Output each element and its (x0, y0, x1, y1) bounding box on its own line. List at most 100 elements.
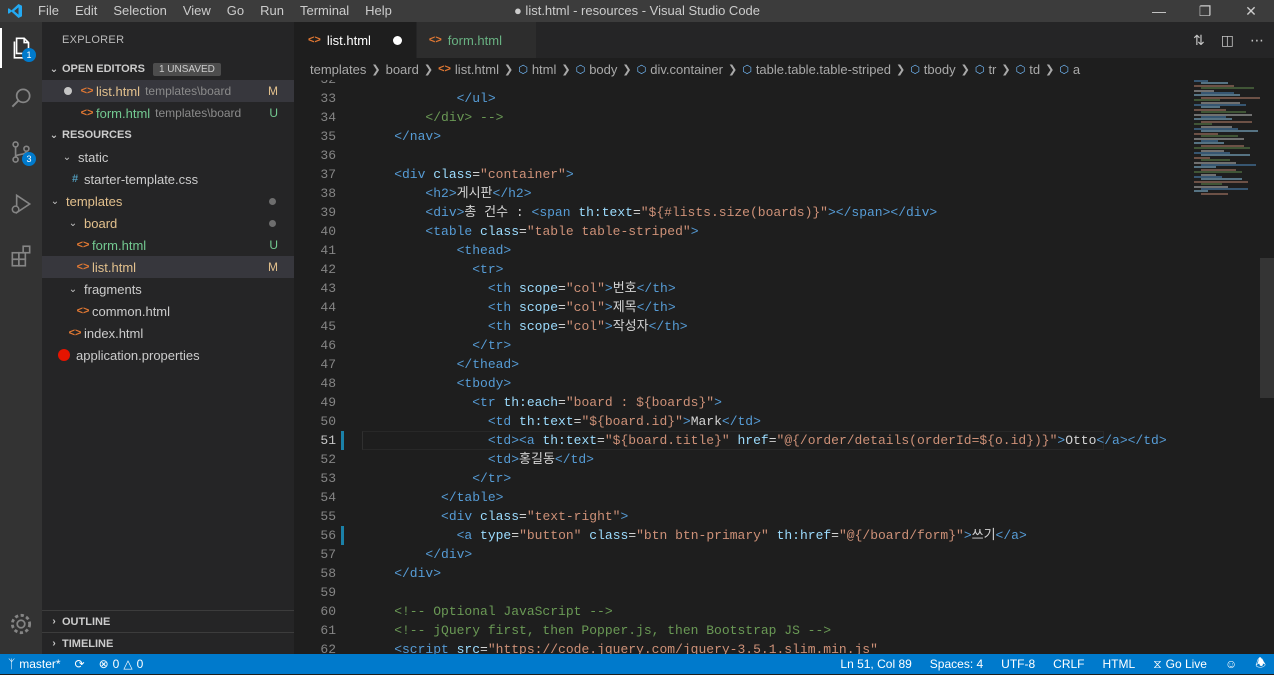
code-line[interactable]: 55 <div class="text-right"> (294, 507, 1194, 526)
manage-activity-button[interactable] (0, 604, 42, 644)
code-line[interactable]: 59 (294, 583, 1194, 602)
code-line[interactable]: 46 </tr> (294, 336, 1194, 355)
tree-file-list-html[interactable]: <> list.html M (42, 256, 294, 278)
feedback-icon[interactable]: ☺ (1225, 657, 1237, 671)
code-line[interactable]: 43 <th scope="col">번호</th> (294, 279, 1194, 298)
menu-go[interactable]: Go (219, 0, 252, 22)
breadcrumb-item[interactable]: html (532, 62, 557, 77)
breadcrumb-item[interactable]: div.container (650, 62, 723, 77)
menu-run[interactable]: Run (252, 0, 292, 22)
code-editor[interactable]: 3233 </ul>34 </div> -->35 </nav>3637 <di… (294, 80, 1274, 654)
code-line[interactable]: 35 </nav> (294, 127, 1194, 146)
more-actions-icon[interactable]: ⋯ (1250, 32, 1264, 49)
git-branch-status[interactable]: ᛉ master* (8, 657, 61, 671)
tab-list-html[interactable]: <> list.html (294, 22, 417, 58)
resources-section[interactable]: ⌄ RESOURCES (42, 124, 294, 146)
tab-form-html[interactable]: <> form.html (416, 22, 537, 58)
source-control-activity-button[interactable]: 3 (0, 132, 42, 172)
close-icon[interactable]: ✕ (1228, 0, 1274, 22)
code-line[interactable]: 52 <td>홍길동</td> (294, 450, 1194, 469)
open-editors-section[interactable]: ⌄ OPEN EDITORS 1 UNSAVED (42, 58, 294, 80)
breadcrumb-item[interactable]: td (1029, 62, 1040, 77)
run-debug-activity-button[interactable] (0, 184, 42, 224)
split-editor-icon[interactable]: ◫ (1221, 32, 1234, 49)
code-line[interactable]: 50 <td th:text="${board.id}">Mark</td> (294, 412, 1194, 431)
code-line[interactable]: 36 (294, 146, 1194, 165)
code-token: = (519, 509, 527, 524)
code-line[interactable]: 61 <!-- jQuery first, then Popper.js, th… (294, 621, 1194, 640)
end-of-line[interactable]: CRLF (1053, 657, 1084, 671)
go-live-button[interactable]: ⧖ Go Live (1153, 657, 1207, 672)
git-branch-icon: ᛉ (8, 657, 16, 671)
code-line[interactable]: 54 </table> (294, 488, 1194, 507)
tree-folder-board[interactable]: ⌄ board (42, 212, 294, 234)
code-line[interactable]: 58 </div> (294, 564, 1194, 583)
tree-folder-static[interactable]: ⌄ static (42, 146, 294, 168)
restore-icon[interactable]: ❐ (1182, 0, 1228, 22)
code-line[interactable]: 57 </div> (294, 545, 1194, 564)
unsaved-dot-icon[interactable] (392, 35, 402, 45)
code-line[interactable]: 34 </div> --> (294, 108, 1194, 127)
code-line[interactable]: 40 <table class="table table-striped"> (294, 222, 1194, 241)
code-line[interactable]: 53 </tr> (294, 469, 1194, 488)
tree-file-application-properties[interactable]: application.properties (42, 344, 294, 366)
code-token: <div (363, 167, 434, 182)
open-editor-form-html[interactable]: <> form.html templates\board U (42, 102, 294, 124)
code-line[interactable]: 56 <a type="button" class="btn btn-prima… (294, 526, 1194, 545)
breadcrumb-item[interactable]: tbody (924, 62, 956, 77)
breadcrumb-item[interactable]: body (589, 62, 617, 77)
tree-file-index-html[interactable]: <> index.html (42, 322, 294, 344)
breadcrumb-item[interactable]: templates (310, 62, 366, 77)
menu-file[interactable]: File (30, 0, 67, 22)
menu-terminal[interactable]: Terminal (292, 0, 357, 22)
code-line[interactable]: 44 <th scope="col">제목</th> (294, 298, 1194, 317)
code-line[interactable]: 33 </ul> (294, 89, 1194, 108)
breadcrumb-item[interactable]: list.html (455, 62, 499, 77)
breadcrumb-item[interactable]: board (386, 62, 419, 77)
code-line[interactable]: 39 <div>총 건수 : <span th:text="${#lists.s… (294, 203, 1194, 222)
tree-file-starter-template-css[interactable]: # starter-template.css (42, 168, 294, 190)
extensions-activity-button[interactable] (0, 236, 42, 276)
code-line[interactable]: 48 <tbody> (294, 374, 1194, 393)
menu-selection[interactable]: Selection (105, 0, 174, 22)
code-line[interactable]: 42 <tr> (294, 260, 1194, 279)
menu-help[interactable]: Help (357, 0, 400, 22)
minimize-icon[interactable]: — (1136, 0, 1182, 22)
code-line[interactable]: 51 <td><a th:text="${board.title}" href=… (294, 431, 1194, 450)
explorer-activity-button[interactable]: 1 (0, 28, 42, 68)
menu-view[interactable]: View (175, 0, 219, 22)
language-mode[interactable]: HTML (1103, 657, 1136, 671)
vertical-scrollbar[interactable] (1260, 80, 1274, 654)
code-line[interactable]: 37 <div class="container"> (294, 165, 1194, 184)
code-token: <div> (363, 205, 465, 220)
code-line[interactable]: 32 (294, 80, 1194, 89)
encoding[interactable]: UTF-8 (1001, 657, 1035, 671)
code-line[interactable]: 60 <!-- Optional JavaScript --> (294, 602, 1194, 621)
open-editor-list-html[interactable]: <> list.html templates\board M (42, 80, 294, 102)
cursor-position[interactable]: Ln 51, Col 89 (840, 657, 911, 671)
code-line[interactable]: 62 <script src="https://code.jquery.com/… (294, 640, 1194, 654)
scrollbar-thumb[interactable] (1260, 258, 1274, 398)
code-line[interactable]: 45 <th scope="col">작성자</th> (294, 317, 1194, 336)
tree-folder-templates[interactable]: ⌄ templates (42, 190, 294, 212)
tree-folder-fragments[interactable]: ⌄ fragments (42, 278, 294, 300)
code-line[interactable]: 47 </thead> (294, 355, 1194, 374)
tree-file-form-html[interactable]: <> form.html U (42, 234, 294, 256)
code-line[interactable]: 49 <tr th:each="board : ${boards}"> (294, 393, 1194, 412)
compare-changes-icon[interactable]: ⇅ (1193, 32, 1205, 49)
code-line[interactable]: 38 <h2>게시판</h2> (294, 184, 1194, 203)
indentation[interactable]: Spaces: 4 (930, 657, 983, 671)
timeline-section[interactable]: › TIMELINE (42, 632, 294, 654)
bell-icon[interactable]: 🕭 (1255, 654, 1266, 675)
search-activity-button[interactable] (0, 78, 42, 118)
breadcrumb-item[interactable]: table.table.table-striped (756, 62, 891, 77)
menu-edit[interactable]: Edit (67, 0, 105, 22)
tree-file-common-html[interactable]: <> common.html (42, 300, 294, 322)
sync-status[interactable]: ⟳ (75, 657, 85, 671)
minimap[interactable] (1190, 80, 1260, 200)
breadcrumb-item[interactable]: a (1073, 62, 1080, 77)
outline-section[interactable]: › OUTLINE (42, 610, 294, 632)
breadcrumb-item[interactable]: tr (988, 62, 996, 77)
code-line[interactable]: 41 <thead> (294, 241, 1194, 260)
problems-status[interactable]: ⊗ 0 △ 0 (99, 657, 144, 671)
